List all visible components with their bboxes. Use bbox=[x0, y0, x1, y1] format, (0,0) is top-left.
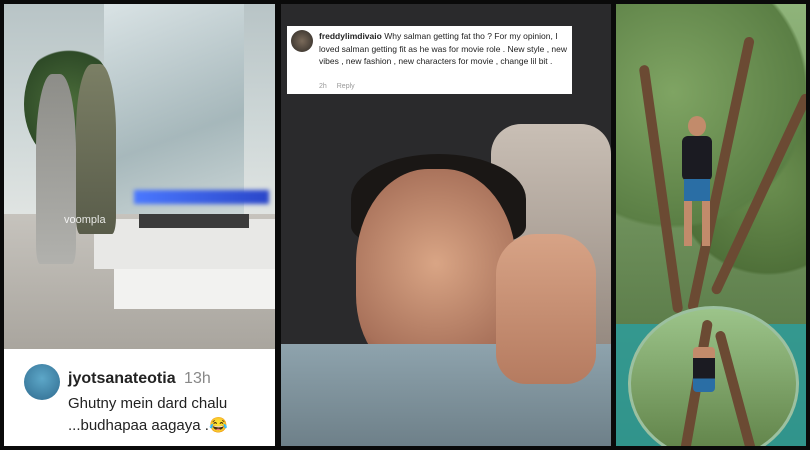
comment-username[interactable]: freddylimdivaio bbox=[319, 31, 382, 41]
head bbox=[688, 116, 706, 136]
user-avatar[interactable] bbox=[24, 364, 60, 400]
left-photo-panel: voompla jyotsanateotia 13h Ghutny mein d… bbox=[4, 4, 275, 446]
comment-time: 13h bbox=[184, 370, 211, 387]
person-walking bbox=[36, 74, 76, 264]
blue-light-strip bbox=[134, 190, 269, 204]
watermark: voompla bbox=[64, 214, 106, 226]
user-avatar[interactable] bbox=[291, 30, 313, 52]
comment-card: jyotsanateotia 13h Ghutny mein dard chal… bbox=[4, 349, 275, 446]
waving-hand bbox=[496, 234, 596, 384]
person-climbing-tree bbox=[674, 116, 720, 246]
comment-username[interactable]: jyotsanateotia bbox=[68, 370, 176, 387]
right-photo-panel bbox=[616, 4, 806, 446]
comment-card: freddylimdivaio Why salman getting fat t… bbox=[287, 26, 572, 94]
tree-branch bbox=[714, 329, 758, 446]
person-small bbox=[693, 347, 715, 392]
door-mat bbox=[139, 214, 249, 228]
comment-username-line: jyotsanateotia 13h bbox=[68, 370, 211, 388]
leg bbox=[702, 201, 710, 246]
reply-link[interactable]: Reply bbox=[337, 83, 355, 90]
stair-step bbox=[114, 269, 275, 309]
comment-time: 2h bbox=[319, 83, 327, 90]
comment-body: freddylimdivaio Why salman getting fat t… bbox=[319, 30, 569, 68]
person-companion bbox=[76, 64, 116, 234]
shorts bbox=[684, 179, 710, 201]
leg bbox=[684, 201, 692, 246]
glass-door bbox=[104, 4, 244, 219]
middle-photo-panel: freddylimdivaio Why salman getting fat t… bbox=[281, 4, 611, 446]
comment-meta: 2h Reply bbox=[319, 83, 363, 90]
comment-text: Ghutny mein dard chalu ...budhapaa aagay… bbox=[68, 395, 228, 434]
tank-top bbox=[682, 136, 712, 181]
